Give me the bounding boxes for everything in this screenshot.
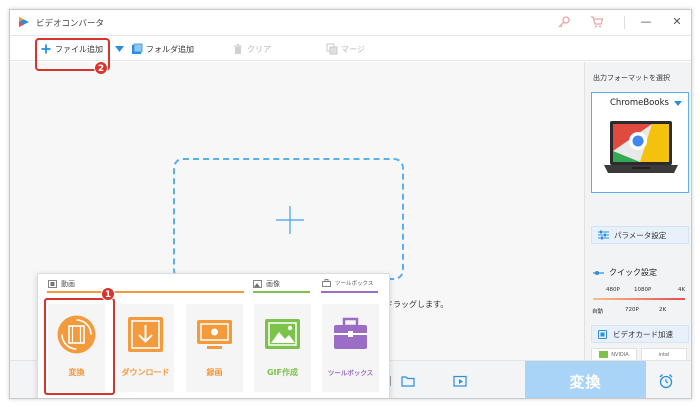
- chromebook-laptop-image: [604, 121, 678, 173]
- intel-label: intel: [658, 351, 670, 358]
- toolbar: ファイル追加 フォルダ追加 クリア マージ: [10, 35, 691, 61]
- tile-toolbox[interactable]: ツールボックス: [322, 304, 379, 392]
- toolbox-category-line: [321, 291, 378, 293]
- app-logo-icon: [19, 17, 29, 27]
- category-toolbox: ツールボックス: [322, 279, 373, 287]
- alarm-clock-icon[interactable]: [658, 373, 674, 389]
- quality-label-480p: 480P: [606, 287, 620, 293]
- tile-gif-maker-label: GIF作成: [266, 368, 298, 377]
- toolbox-category-icon: [322, 279, 331, 287]
- quick-setting-icon: [593, 270, 604, 275]
- dropdown-arrow-icon[interactable]: [674, 101, 682, 106]
- download-icon: [128, 317, 163, 352]
- title-separator: [624, 16, 625, 29]
- output-panel: 出力フォーマットを選択 ChromeBooks パラメータ設定 クイック設定 4…: [584, 62, 691, 361]
- image-category-icon: [253, 280, 262, 288]
- merge-button[interactable]: マージ: [326, 41, 365, 57]
- parameter-settings-button[interactable]: パラメータ設定: [591, 226, 689, 244]
- clear-button[interactable]: クリア: [232, 41, 271, 57]
- category-toolbox-label: ツールボックス: [335, 281, 374, 287]
- tile-download-label: ダウンロード: [121, 368, 170, 377]
- window-title: ビデオコンバータ: [36, 19, 105, 29]
- chevron-down-icon[interactable]: [115, 46, 124, 52]
- quick-setting-title: クイック設定: [609, 268, 657, 277]
- gpu-chip-icon: [598, 329, 607, 339]
- quality-label-2k: 2K: [659, 307, 667, 313]
- add-folder-button[interactable]: フォルダ追加: [131, 41, 194, 57]
- category-image: 画像: [253, 279, 280, 289]
- screen-record-icon: [197, 320, 232, 349]
- minimize-button[interactable]: —: [637, 14, 655, 30]
- format-selector[interactable]: ChromeBooks: [591, 92, 689, 193]
- merge-label: マージ: [341, 44, 365, 54]
- image-gif-icon: [265, 319, 300, 349]
- format-name: ChromeBooks: [610, 98, 669, 108]
- gpu-acceleration-button[interactable]: ビデオカード加速: [591, 325, 689, 343]
- nvidia-label: NVIDIA: [611, 351, 629, 358]
- drop-zone[interactable]: [173, 158, 404, 280]
- step-badge-1: 1: [101, 287, 115, 301]
- video-category-line: [47, 291, 244, 293]
- open-folder-icon[interactable]: [401, 375, 415, 387]
- nvidia-logo-icon: [599, 351, 609, 358]
- sliders-icon: [598, 230, 609, 240]
- quality-label-1080p: 1080P: [634, 287, 652, 293]
- app-window: ビデオコンバータ — ✕ ファイル追加 フォルダ追加 クリア マージ でドラッグ…: [9, 9, 692, 399]
- parameter-settings-label: パラメータ設定: [614, 230, 667, 240]
- tile-download[interactable]: ダウンロード: [117, 304, 174, 392]
- gpu-acceleration-label: ビデオカード加速: [613, 329, 673, 339]
- tile-toolbox-label: ツールボックス: [327, 369, 374, 377]
- folder-add-icon: [132, 43, 143, 54]
- clear-label: クリア: [247, 44, 271, 54]
- quality-label-720p: 720P: [625, 307, 639, 313]
- quick-setting-header: クイック設定: [593, 267, 657, 278]
- video-category-icon: [48, 280, 57, 288]
- convert-button[interactable]: 変換: [525, 361, 646, 398]
- close-button[interactable]: ✕: [668, 14, 686, 30]
- step-badge-2: 2: [94, 61, 108, 75]
- category-video: 動画: [48, 279, 75, 289]
- cart-icon[interactable]: [590, 15, 604, 29]
- toolbox-icon: [334, 317, 367, 349]
- tile-record-label: 録画: [206, 368, 223, 377]
- image-category-line: [253, 291, 310, 293]
- category-image-label: 画像: [266, 280, 280, 288]
- trash-icon: [234, 44, 242, 54]
- quality-label-4k: 4K: [678, 287, 686, 293]
- title-bar: ビデオコンバータ — ✕: [10, 10, 691, 35]
- merge-icon: [326, 43, 338, 55]
- quality-label-auto: 自動: [592, 309, 604, 315]
- convert-tile-highlight: [44, 298, 115, 395]
- output-folder-icon[interactable]: [453, 375, 467, 387]
- output-format-title: 出力フォーマットを選択: [593, 74, 670, 82]
- quality-slider[interactable]: [593, 298, 685, 300]
- tile-record[interactable]: 録画: [186, 304, 243, 392]
- tile-gif-maker[interactable]: GIF作成: [254, 304, 311, 392]
- add-plus-icon[interactable]: [275, 205, 305, 235]
- category-video-label: 動画: [61, 280, 75, 288]
- key-icon[interactable]: [557, 15, 571, 29]
- add-folder-label: フォルダ追加: [146, 44, 194, 54]
